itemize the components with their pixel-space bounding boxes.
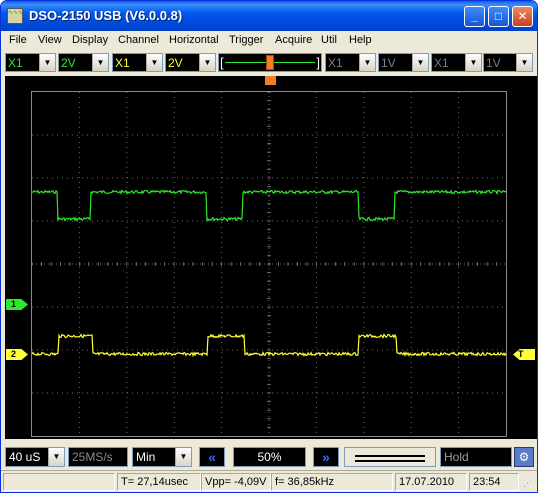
trigger-position-slider[interactable]: [ ] xyxy=(218,53,322,72)
chevron-down-icon[interactable]: ▼ xyxy=(39,54,55,71)
sample-rate-display: 25MS/s xyxy=(68,447,128,467)
status-date: 17.07.2010 xyxy=(395,473,467,491)
horizontal-position-display: 50% xyxy=(233,447,306,467)
menu-util[interactable]: Util xyxy=(321,34,337,46)
menu-help[interactable]: Help xyxy=(349,34,372,46)
chevron-down-icon[interactable]: ▼ xyxy=(359,54,375,71)
chevron-down-icon[interactable]: ▼ xyxy=(175,448,191,466)
line-icon xyxy=(355,460,425,462)
channel-toolbar: X1 ▼ 2V ▼ X1 ▼ 2V ▼ [ ] X1 ▼ 1V ▼ X1 ▼ 1… xyxy=(1,51,537,74)
menu-file[interactable]: File xyxy=(9,34,27,46)
settings-icon[interactable]: ⚙ xyxy=(514,447,534,467)
ch4-probe-value: X1 xyxy=(434,56,449,70)
status-period: T= 27,14usec xyxy=(117,473,201,491)
maximize-button[interactable]: □ xyxy=(488,6,509,27)
ch2-probe-select[interactable]: X1 ▼ xyxy=(112,53,163,72)
menu-channel[interactable]: Channel xyxy=(118,34,159,46)
status-vpp: Vpp= -4,09V xyxy=(201,473,271,491)
ch3-volts-select[interactable]: 1V ▼ xyxy=(378,53,429,72)
acquire-mode-select[interactable]: Min ▼ xyxy=(132,447,192,467)
ch1-volts-value: 2V xyxy=(61,56,76,70)
app-icon: ∿∿∿ xyxy=(7,8,23,24)
acquisition-controls: 40 uS ▼ 25MS/s Min ▼ « 50% » Hold ⚙ xyxy=(1,444,537,469)
timebase-select[interactable]: 40 uS ▼ xyxy=(5,447,65,467)
ch3-probe-select[interactable]: X1 ▼ xyxy=(325,53,376,72)
menu-horizontal[interactable]: Horizontal xyxy=(169,34,219,46)
menu-acquire[interactable]: Acquire xyxy=(275,34,312,46)
slider-thumb[interactable] xyxy=(266,55,274,70)
chevron-down-icon[interactable]: ▼ xyxy=(92,54,108,71)
status-frequency: f= 36,85kHz xyxy=(271,473,393,491)
ch3-probe-value: X1 xyxy=(328,56,343,70)
ch4-probe-select[interactable]: X1 ▼ xyxy=(431,53,482,72)
menu-view[interactable]: View xyxy=(38,34,62,46)
waveform-screen[interactable] xyxy=(31,91,507,437)
waveform-svg xyxy=(31,91,507,436)
ch1-volts-select[interactable]: 2V ▼ xyxy=(58,53,109,72)
status-empty xyxy=(3,473,115,491)
chevron-down-icon[interactable]: ▼ xyxy=(465,54,481,71)
scroll-right-button[interactable]: » xyxy=(313,447,339,467)
trigger-position-marker[interactable] xyxy=(265,76,276,85)
ch2-volts-select[interactable]: 2V ▼ xyxy=(165,53,216,72)
chevron-down-icon[interactable]: ▼ xyxy=(48,448,64,466)
title-bar[interactable]: ∿∿∿ DSO-2150 USB (V6.0.0.8) _ □ ✕ xyxy=(1,1,537,31)
minimize-button[interactable]: _ xyxy=(464,6,485,27)
oscilloscope-window: ∿∿∿ DSO-2150 USB (V6.0.0.8) _ □ ✕ File V… xyxy=(0,0,538,493)
ch1-probe-value: X1 xyxy=(8,56,23,70)
resize-grip-icon[interactable]: ⋰ xyxy=(523,478,535,490)
slider-right-bracket: ] xyxy=(316,55,320,70)
sample-rate-value: 25MS/s xyxy=(72,450,113,464)
ch1-probe-select[interactable]: X1 ▼ xyxy=(5,53,56,72)
ch4-volts-select[interactable]: 1V ▼ xyxy=(483,53,533,72)
window-title: DSO-2150 USB (V6.0.0.8) xyxy=(29,8,183,23)
line-icon xyxy=(355,455,425,457)
menu-trigger[interactable]: Trigger xyxy=(229,34,263,46)
ch2-volts-value: 2V xyxy=(168,56,183,70)
scroll-left-button[interactable]: « xyxy=(199,447,225,467)
timebase-value: 40 uS xyxy=(9,450,41,464)
acquire-mode-value: Min xyxy=(136,450,156,464)
status-bar: T= 27,14usec Vpp= -4,09V f= 36,85kHz 17.… xyxy=(1,470,537,492)
ch2-probe-value: X1 xyxy=(115,56,130,70)
display-mode-icon[interactable] xyxy=(344,447,436,467)
ch4-volts-value: 1V xyxy=(486,56,501,70)
close-button[interactable]: ✕ xyxy=(512,6,533,27)
chevron-down-icon[interactable]: ▼ xyxy=(412,54,428,71)
status-time: 23:54 xyxy=(469,473,519,491)
slider-left-bracket: [ xyxy=(220,55,224,70)
hold-button[interactable]: Hold xyxy=(440,447,512,467)
chevron-down-icon[interactable]: ▼ xyxy=(516,54,532,71)
ch3-volts-value: 1V xyxy=(381,56,396,70)
menu-bar: File View Display Channel Horizontal Tri… xyxy=(1,31,537,50)
menu-display[interactable]: Display xyxy=(72,34,108,46)
chevron-down-icon[interactable]: ▼ xyxy=(199,54,215,71)
chevron-down-icon[interactable]: ▼ xyxy=(146,54,162,71)
